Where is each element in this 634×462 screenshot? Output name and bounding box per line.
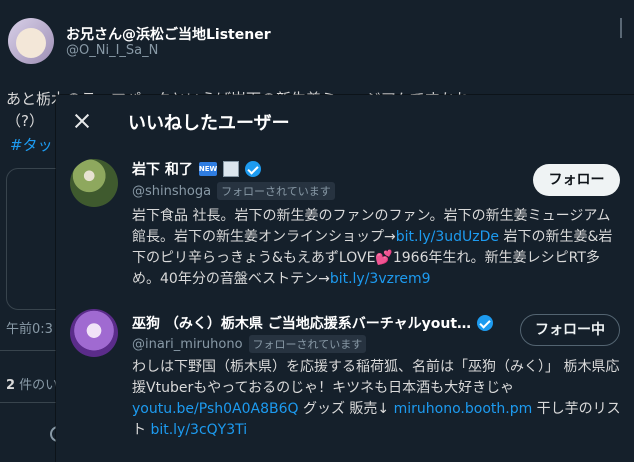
user-handle-line: @shinshoga フォローされています bbox=[132, 182, 335, 200]
avatar[interactable] bbox=[70, 159, 118, 207]
new-badge-icon: NEW bbox=[198, 162, 217, 176]
verified-badge-icon bbox=[477, 315, 494, 331]
user-name[interactable]: 巫狗 （みく）栃木県 ご当地応援系バーチャルyout… bbox=[132, 313, 471, 333]
author-name[interactable]: お兄さん@浜松ご当地Listener bbox=[66, 24, 271, 44]
follows-you-badge: フォローされています bbox=[217, 182, 335, 200]
verified-badge-icon bbox=[244, 161, 261, 177]
bio-link[interactable]: bit.ly/3cQY3Ti bbox=[150, 422, 247, 438]
close-icon[interactable] bbox=[70, 109, 94, 133]
likes-number: 2 bbox=[6, 378, 16, 393]
broken-image-icon bbox=[222, 161, 239, 177]
tweet-hashtag[interactable]: #タッ bbox=[10, 134, 53, 155]
bio-link[interactable]: bit.ly/3vzrem9 bbox=[330, 271, 431, 287]
divider bbox=[0, 402, 60, 403]
bio-link[interactable]: miruhono.booth.pm bbox=[394, 401, 533, 417]
follow-button[interactable]: フォロー bbox=[533, 164, 620, 196]
bio-link[interactable]: youtu.be/Psh0A0A8B6Q bbox=[132, 401, 299, 417]
follows-you-badge: フォローされています bbox=[248, 335, 367, 353]
user-bio: 岩下食品 社長。岩下の新生姜のファンのファン。岩下の新生姜ミュージアム館長。岩下… bbox=[132, 206, 622, 290]
tweet-text-line2: （?） bbox=[6, 112, 44, 130]
user-name-line: 岩下 和了 NEW bbox=[132, 159, 261, 179]
heart-emoji-icon: 💕 bbox=[375, 250, 393, 266]
bio-text: わしは下野国（栃木県）を応援する稲荷狐、名前は「巫狗（みく）」 栃木県応援Vtu… bbox=[132, 359, 620, 396]
user-bio: わしは下野国（栃木県）を応援する稲荷狐、名前は「巫狗（みく）」 栃木県応援Vtu… bbox=[132, 357, 622, 441]
bio-link[interactable]: bit.ly/3udUzDe bbox=[396, 229, 499, 245]
author-handle[interactable]: @O_Ni_I_Sa_N bbox=[66, 43, 158, 58]
dialog-header: いいねしたユーザー bbox=[56, 95, 634, 147]
dialog-title: いいねしたユーザー bbox=[128, 113, 290, 134]
more-options-icon[interactable] bbox=[620, 18, 622, 38]
user-name-line: 巫狗 （みく）栃木県 ご当地応援系バーチャルyout… bbox=[132, 313, 494, 333]
following-button[interactable]: フォロー中 bbox=[520, 314, 620, 346]
tweet-time[interactable]: 午前0:3 bbox=[6, 318, 53, 337]
user-name[interactable]: 岩下 和了 bbox=[132, 159, 193, 179]
liked-by-dialog: いいねしたユーザー 岩下 和了 NEW @shinshoga フォローされていま… bbox=[56, 95, 634, 462]
divider bbox=[0, 350, 60, 351]
bio-text: グッズ 販売↓ bbox=[298, 401, 394, 417]
user-handle[interactable]: @inari_miruhono bbox=[132, 337, 243, 352]
user-handle[interactable]: @shinshoga bbox=[132, 184, 211, 199]
avatar[interactable] bbox=[70, 309, 118, 357]
user-handle-line: @inari_miruhono フォローされています bbox=[132, 335, 367, 353]
author-avatar[interactable] bbox=[8, 18, 54, 64]
